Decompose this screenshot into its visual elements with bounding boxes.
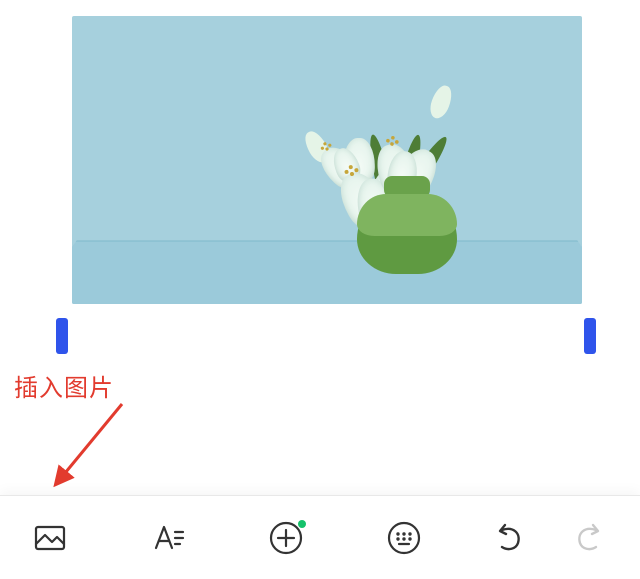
toolbar-left-group [26, 514, 428, 562]
annotation-arrow [44, 398, 144, 498]
text-format-icon [150, 520, 186, 556]
add-button[interactable] [262, 514, 310, 562]
toolbar-right-group [484, 514, 614, 562]
new-feature-indicator [298, 520, 306, 528]
keyboard-button[interactable] [380, 514, 428, 562]
document-canvas[interactable] [0, 0, 640, 360]
inserted-image[interactable] [72, 16, 582, 304]
illustration-vase [352, 174, 462, 274]
undo-button[interactable] [484, 514, 532, 562]
undo-icon [491, 521, 525, 555]
redo-button[interactable] [566, 514, 614, 562]
insert-image-button[interactable] [26, 514, 74, 562]
bottom-toolbar [0, 495, 640, 579]
illustration-bud [427, 83, 456, 121]
keyboard-icon [385, 519, 423, 557]
editor-screen: 插入图片 [0, 0, 640, 579]
text-format-button[interactable] [144, 514, 192, 562]
selection-handle-right[interactable] [584, 318, 596, 354]
illustration-table [72, 241, 582, 304]
image-icon [32, 520, 68, 556]
annotation-label: 插入图片 [14, 368, 114, 403]
redo-icon [573, 521, 607, 555]
selection-handle-left[interactable] [56, 318, 68, 354]
